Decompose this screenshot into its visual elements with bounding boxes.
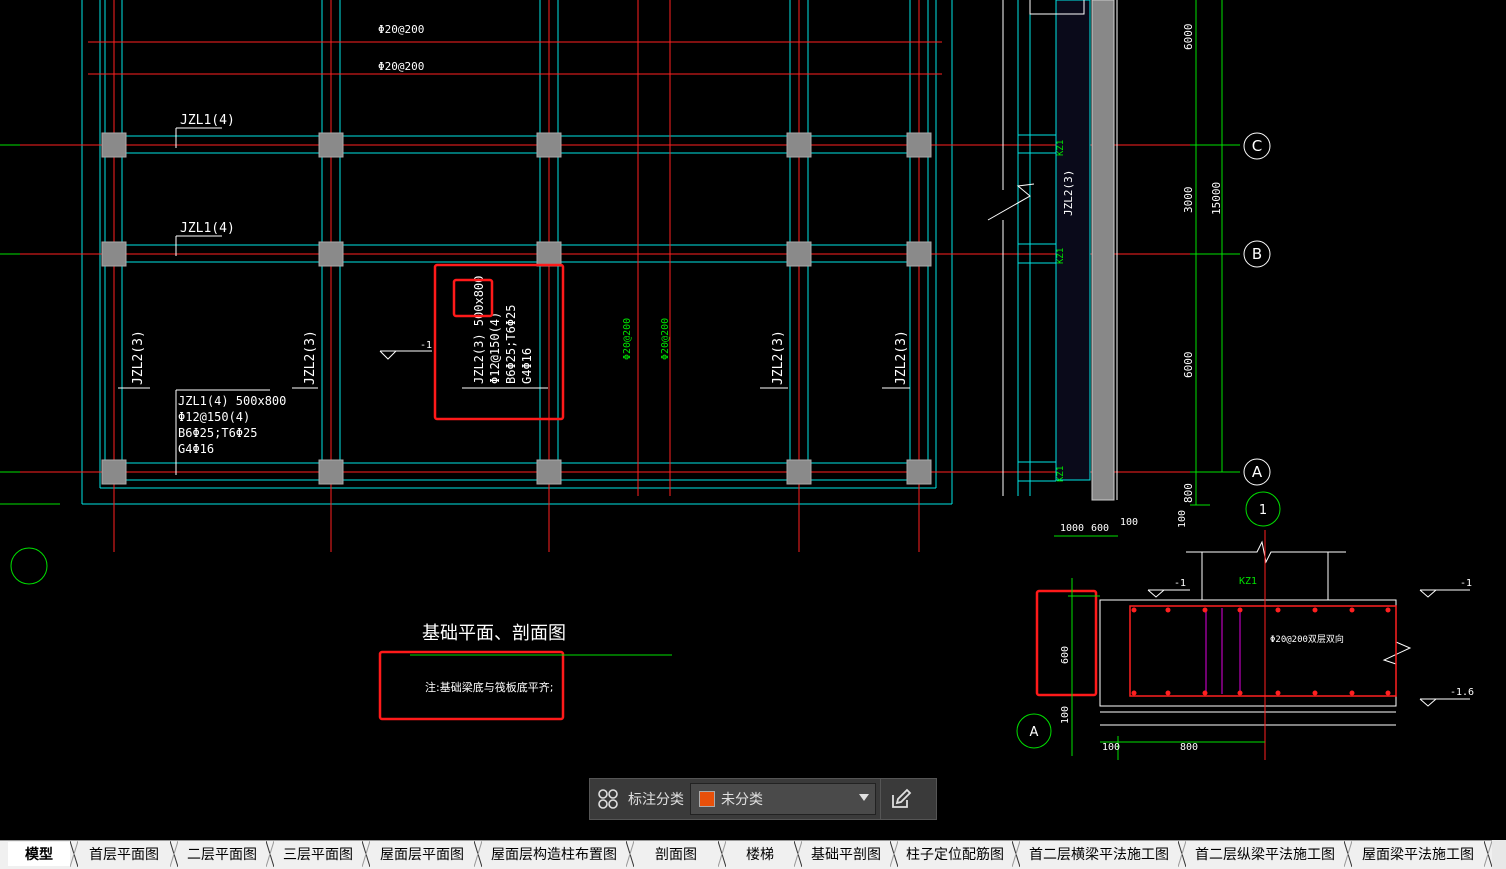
- axis-lines: [0, 0, 1240, 552]
- beam-label-jzl2-1: JZL2(3): [131, 330, 146, 385]
- beam-lines-vertical: [104, 0, 929, 480]
- annotation-toolbar: 标注分类 未分类: [589, 778, 937, 820]
- category-label: 标注分类: [628, 791, 684, 807]
- dim-6000-top: 6000: [1182, 24, 1195, 51]
- tab-5[interactable]: 屋面层构造柱布置图: [482, 842, 626, 866]
- green-rebar-label-2: Φ20@200: [660, 318, 671, 360]
- drawing-note: 注:基础梁底与筏板底平齐;: [425, 680, 553, 694]
- category-selected-value: 未分类: [721, 791, 763, 807]
- dim-100-vertical: 100: [1177, 510, 1188, 528]
- tab-separator: [718, 841, 726, 867]
- axis-extensions: [0, 144, 60, 505]
- green-rebar-label-1: Φ20@200: [622, 318, 633, 360]
- rebar-dots: [1131, 607, 1391, 696]
- tab-separator: [70, 841, 78, 867]
- section-dim-600: 600: [1060, 646, 1071, 664]
- beam-spec-jzl1-line4: G4Φ16: [178, 442, 214, 456]
- category-color-swatch: [699, 791, 715, 807]
- tab-separator: [170, 841, 178, 867]
- section-kz1-label: KZ1: [1239, 576, 1257, 587]
- layout-tab-bar: 模型 首层平面图 二层平面图 三层平面图 屋面层平面图 屋面层构造柱布置图 剖面图 楼梯 基础平…: [0, 840, 1506, 869]
- beam-spec-jzl1-line3: B6Φ25;T6Φ25: [178, 426, 257, 440]
- section-level-minus16: -1.6: [1450, 687, 1474, 698]
- tab-separator: [1484, 841, 1492, 867]
- beam-spec-jzl1-line2: Φ12@150(4): [178, 410, 250, 424]
- beam-label-jzl1-a: JZL1(4): [180, 113, 235, 128]
- edit-annotation-button[interactable]: [880, 779, 921, 819]
- tab-1[interactable]: 首层平面图: [78, 842, 170, 866]
- jzl2-side-label: JZL2(3): [1062, 170, 1075, 216]
- dim-1000: 1000: [1060, 523, 1084, 534]
- dim-3000: 3000: [1182, 187, 1195, 214]
- tab-6[interactable]: 剖面图: [634, 842, 718, 866]
- tab-12[interactable]: 屋面梁平法施工图: [1352, 842, 1484, 866]
- tab-separator: [1012, 841, 1020, 867]
- section-level-left: -1: [1174, 578, 1186, 589]
- tab-separator: [794, 841, 802, 867]
- section-dim-100-vertical: 100: [1060, 706, 1071, 724]
- tab-10[interactable]: 首二层横梁平法施工图: [1020, 842, 1178, 866]
- cad-drawing-canvas[interactable]: Φ20@200 Φ20@200 JZL1(4) JZL1(4) JZL1(4) …: [0, 0, 1506, 840]
- rebar-label-top-2: Φ20@200: [378, 60, 424, 73]
- category-dropdown[interactable]: 未分类: [690, 783, 876, 815]
- tab-2[interactable]: 二层平面图: [178, 842, 266, 866]
- tab-separator: [890, 841, 898, 867]
- section-dim-800: 800: [1180, 742, 1198, 753]
- axis-label-1: 1: [1259, 503, 1267, 518]
- beam-label-jzl1-b: JZL1(4): [180, 221, 235, 236]
- kz1-label-2: KZ1: [1056, 248, 1066, 264]
- kz1-label-1: KZ1: [1056, 140, 1066, 156]
- tab-separator: [474, 841, 482, 867]
- beam-spec-jzl2-line4: G4Φ16: [520, 348, 534, 384]
- foundation-section: [1068, 530, 1470, 760]
- tab-separator: [362, 841, 370, 867]
- axis-label-b: B: [1252, 245, 1262, 263]
- section-level-right: -1: [1460, 578, 1472, 589]
- section-dim-100-horizontal: 100: [1102, 742, 1120, 753]
- dim-100-horizontal: 100: [1120, 517, 1138, 528]
- axis-bubble-empty: [10, 547, 48, 585]
- edit-icon: [892, 788, 912, 808]
- drawing-title: 基础平面、剖面图: [422, 623, 566, 644]
- dim-15000: 15000: [1210, 182, 1223, 215]
- chevron-down-icon: [859, 794, 869, 801]
- tab-separator: [1344, 841, 1352, 867]
- beam-label-jzl2-2: JZL2(3): [303, 330, 318, 385]
- tab-separator: [1178, 841, 1186, 867]
- tab-0[interactable]: 模型: [8, 842, 70, 866]
- tab-7[interactable]: 楼梯: [726, 842, 794, 866]
- level-mark-minus1: -1: [420, 340, 432, 351]
- tab-3[interactable]: 三层平面图: [274, 842, 362, 866]
- tab-4[interactable]: 屋面层平面图: [370, 842, 474, 866]
- beam-spec-jzl1-line1: JZL1(4) 500x800: [178, 394, 286, 408]
- tab-scroll-right[interactable]: [1492, 840, 1506, 869]
- tab-8[interactable]: 基础平剖图: [802, 842, 890, 866]
- beam-label-jzl2-4: JZL2(3): [771, 330, 786, 385]
- side-section: [987, 0, 1118, 501]
- section-rebar-label: Φ20@200双层双向: [1270, 633, 1344, 645]
- axis-label-a: A: [1252, 463, 1263, 481]
- axis-label-c: C: [1252, 137, 1262, 155]
- dim-600-horizontal: 600: [1091, 523, 1109, 534]
- axis-label-a-section: A: [1030, 725, 1039, 740]
- dim-800: 800: [1182, 483, 1195, 503]
- grid-menu-icon[interactable]: [590, 779, 626, 819]
- tab-9[interactable]: 柱子定位配筋图: [898, 842, 1012, 866]
- beam-spec-jzl2-line1: JZL2(3) 500x800: [472, 276, 486, 384]
- tab-separator: [626, 841, 634, 867]
- beam-spec-jzl2-line2: Φ12@150(4): [488, 312, 502, 384]
- dim-6000-mid: 6000: [1182, 352, 1195, 379]
- kz1-label-3: KZ1: [1056, 466, 1066, 482]
- tab-separator: [266, 841, 274, 867]
- beam-label-jzl2-5: JZL2(3): [894, 330, 909, 385]
- rebar-label-top-1: Φ20@200: [378, 23, 424, 36]
- beam-spec-jzl2-line3: B6Φ25;T6Φ25: [504, 305, 518, 384]
- tab-11[interactable]: 首二层纵梁平法施工图: [1186, 842, 1344, 866]
